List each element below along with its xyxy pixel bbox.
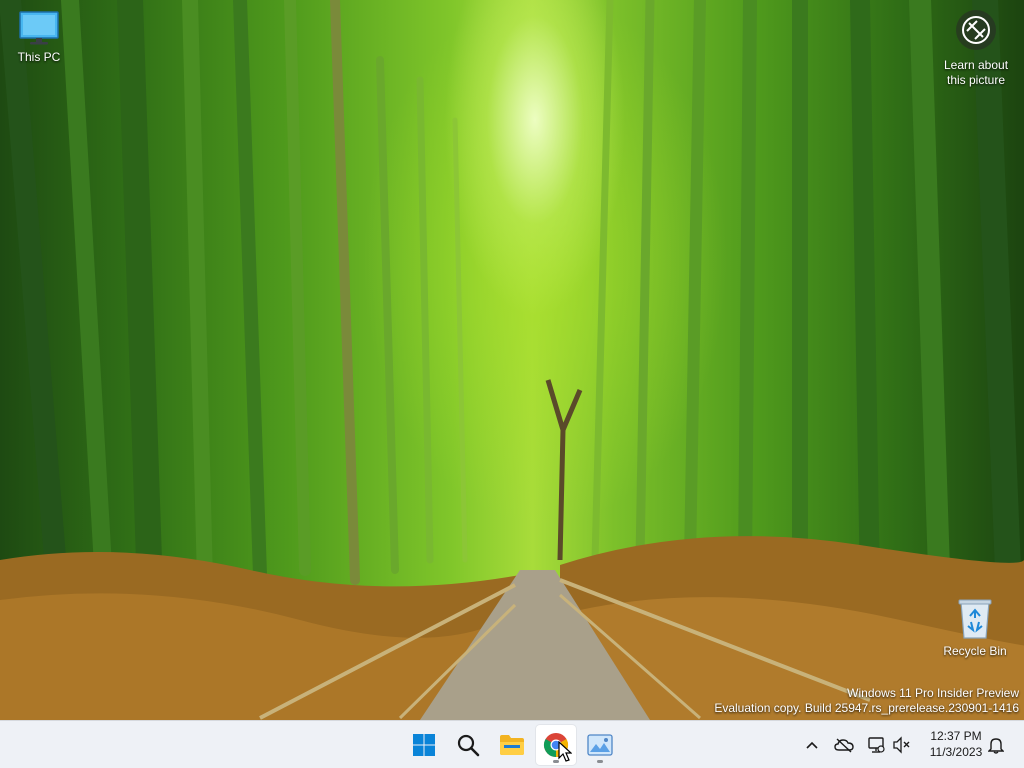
notification-bell-icon — [988, 738, 1004, 754]
learn-label-line2: this picture — [946, 73, 1006, 87]
camera-aperture-icon — [956, 10, 996, 50]
onedrive-offline-icon — [834, 738, 854, 753]
photos-running-indicator — [597, 760, 603, 763]
watermark-line2: Evaluation copy. Build 25947.rs_prerelea… — [714, 701, 1019, 715]
this-pc-desktop-icon[interactable]: This PC — [1, 10, 77, 65]
recycle-bin-label: Recycle Bin — [943, 644, 1007, 658]
photos-taskbar-button[interactable] — [580, 725, 620, 765]
onedrive-tray-button[interactable] — [832, 733, 856, 757]
file-explorer-button[interactable] — [492, 725, 532, 765]
this-pc-label: This PC — [17, 50, 61, 64]
start-button[interactable] — [404, 725, 444, 765]
clock-time: 12:37 PM — [930, 729, 982, 743]
search-button[interactable] — [448, 725, 488, 765]
recycle-bin-icon — [958, 599, 992, 639]
recycle-bin-desktop-icon[interactable]: Recycle Bin — [937, 598, 1013, 659]
network-tray-button[interactable] — [864, 733, 888, 757]
volume-muted-icon — [893, 736, 910, 754]
evaluation-watermark: Windows 11 Pro Insider Preview Evaluatio… — [714, 686, 1019, 716]
taskbar: 12:37 PM 11/3/2023 — [0, 720, 1024, 768]
show-hidden-icons-button[interactable] — [800, 733, 824, 757]
chevron-up-icon — [806, 741, 818, 749]
search-icon — [457, 734, 480, 757]
mouse-cursor-icon — [558, 741, 572, 762]
bamboo-forest-wallpaper — [0, 0, 1024, 720]
learn-label-line1: Learn about — [943, 58, 1009, 72]
desktop-wallpaper: This PC Recycle Bin Learn about this pic… — [0, 0, 1024, 720]
clock-date: 11/3/2023 — [929, 745, 983, 759]
system-clock[interactable]: 12:37 PM 11/3/2023 — [920, 728, 992, 760]
notifications-button[interactable] — [984, 733, 1008, 757]
learn-about-this-picture[interactable]: Learn about this picture — [936, 10, 1016, 88]
windows-start-icon — [413, 734, 435, 756]
photos-icon — [587, 734, 613, 756]
volume-tray-button[interactable] — [890, 733, 914, 757]
watermark-line1: Windows 11 Pro Insider Preview — [847, 686, 1019, 700]
network-icon — [868, 737, 885, 753]
monitor-icon — [19, 11, 59, 45]
folder-icon — [500, 735, 524, 755]
